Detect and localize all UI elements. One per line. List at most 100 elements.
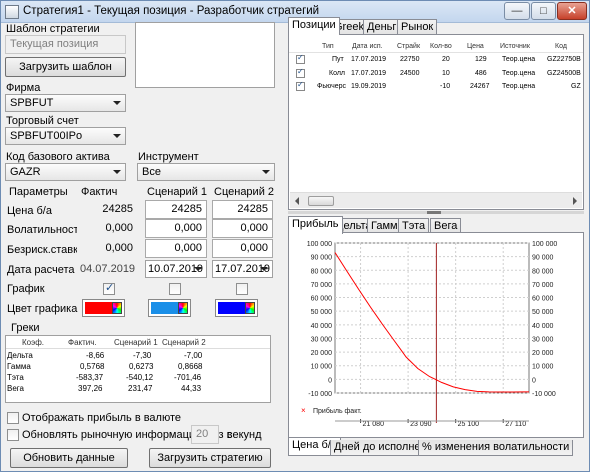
scroll-left-icon[interactable] [295, 197, 299, 205]
col-price: Цена [467, 43, 484, 50]
color-swatch [151, 302, 178, 314]
y-tick-label-right: 100 000 [532, 241, 557, 248]
tab-positions[interactable]: Позиции [288, 17, 340, 35]
refresh-interval-input[interactable]: 20 [191, 425, 219, 444]
auto-refresh-checkbox[interactable] [7, 429, 19, 441]
params-header: Параметры [9, 186, 68, 198]
y-tick-label-left: 70 000 [311, 282, 333, 289]
y-tick-label-right: 60 000 [532, 296, 554, 303]
position-qty: -10 [440, 83, 451, 90]
position-qty: 10 [442, 70, 450, 77]
profit-currency-checkbox[interactable] [7, 412, 19, 424]
volatility-label: Волатильность [7, 224, 85, 236]
palette-icon [178, 302, 188, 314]
color-fact-picker[interactable] [82, 299, 125, 317]
plot-area [334, 242, 530, 394]
chart-toggle-label: График [7, 283, 45, 295]
chevron-down-icon [262, 170, 270, 174]
refresh-data-button[interactable]: Обновить данные [10, 448, 128, 468]
position-price: 486 [475, 70, 487, 77]
volatility-scenario1-input[interactable]: 0,000 [145, 219, 207, 238]
price-label: Цена б/а [7, 205, 52, 217]
chevron-down-icon [113, 170, 121, 174]
y-tick-label-right: -10 000 [532, 391, 556, 398]
color-scenario2-picker[interactable] [215, 299, 258, 317]
base-asset-select[interactable]: GAZR [5, 163, 126, 181]
horizontal-scrollbar[interactable] [290, 192, 582, 208]
col-source: Источник [500, 43, 530, 50]
y-tick-label-right: 50 000 [532, 309, 554, 316]
greeks-divider [6, 348, 270, 349]
position-type: Пут [332, 56, 344, 63]
firm-label: Фирма [6, 82, 41, 94]
template-label: Шаблон стратегии [6, 23, 100, 35]
fact-header: Фактич [81, 186, 118, 198]
chevron-down-icon [113, 134, 121, 138]
palette-icon [112, 302, 122, 314]
splitter-grip[interactable] [427, 211, 441, 214]
y-tick-label-right: 10 000 [532, 364, 554, 371]
tab-volatility-change[interactable]: % изменения волатильности [418, 440, 574, 456]
tab-profit[interactable]: Прибыль [288, 216, 343, 234]
greeks-cell: 0,5768 [80, 362, 105, 371]
greeks-row-label: Вега [7, 384, 24, 393]
window-title: Стратегия1 - Текущая позиция - Разработч… [23, 5, 320, 17]
maximize-button[interactable]: □ [531, 2, 556, 20]
price-scenario1-input[interactable]: 24285 [145, 200, 207, 219]
chart-scenario1-checkbox[interactable] [169, 283, 181, 295]
rate-scenario2-input[interactable]: 0,000 [212, 239, 273, 258]
y-tick-label-left: 30 000 [311, 336, 333, 343]
chart-fact-checkbox[interactable] [103, 281, 115, 295]
firm-value: SPBFUT [10, 97, 54, 109]
col-type: Тип [322, 43, 334, 50]
greeks-header-fact: Фактич. [68, 338, 97, 347]
date-scenario2-picker[interactable]: 17.07.2019 [212, 260, 273, 278]
greeks-title: Греки [11, 322, 40, 334]
col-code: Код [555, 43, 567, 50]
account-value: SPBFUT00IPo [10, 130, 83, 142]
greeks-header-s2: Сценарий 2 [162, 338, 206, 347]
y-tick-label-right: 80 000 [532, 268, 554, 275]
position-source: Теор.цена [502, 56, 536, 63]
close-button[interactable]: ✕ [557, 2, 587, 20]
chevron-down-icon [113, 101, 121, 105]
x-tick-label: 27 110 [505, 421, 526, 428]
account-select[interactable]: SPBFUT00IPo [5, 127, 126, 145]
color-swatch [218, 302, 245, 314]
y-tick-label-left: 40 000 [311, 323, 333, 330]
volatility-scenario2-input[interactable]: 0,000 [212, 219, 273, 238]
y-tick-label-left: 90 000 [311, 255, 333, 262]
color-swatch [85, 302, 112, 314]
greeks-cell: 44,33 [181, 384, 202, 393]
position-checkbox[interactable] [296, 80, 305, 91]
rate-scenario1-input[interactable]: 0,000 [145, 239, 207, 258]
price-fact: 24285 [77, 200, 138, 219]
load-strategy-button[interactable]: Загрузить стратегию [149, 448, 271, 468]
col-date: Дата исп. [352, 43, 383, 50]
load-template-button[interactable]: Загрузить шаблон [5, 57, 126, 77]
y-tick-label-right: 30 000 [532, 336, 554, 343]
position-checkbox[interactable] [296, 67, 305, 78]
position-code: GZ22750B [547, 56, 581, 63]
position-checkbox[interactable] [296, 53, 305, 64]
position-code: GZ24500B [547, 70, 581, 77]
greeks-header-s1: Сценарий 1 [114, 338, 158, 347]
volatility-fact: 0,000 [77, 219, 138, 238]
scroll-right-icon[interactable] [573, 197, 577, 205]
account-label: Торговый счет [6, 115, 79, 127]
app-icon [5, 5, 19, 19]
chart-scenario2-checkbox[interactable] [236, 283, 248, 295]
price-scenario2-input[interactable]: 24285 [212, 200, 273, 219]
instrument-select[interactable]: Все [137, 163, 275, 181]
scroll-thumb[interactable] [308, 196, 334, 206]
rate-label: Безриск.ставка [7, 244, 85, 256]
greeks-cell: -540,12 [126, 373, 154, 382]
base-asset-value: GAZR [10, 166, 41, 178]
profit-chart: 100 000 100 000 90 000 90 000 80 000 80 000 70… [301, 241, 557, 428]
firm-select[interactable]: SPBFUT [5, 94, 126, 112]
tab-market[interactable]: Рынок [397, 19, 438, 35]
greeks-cell: -701,46 [174, 373, 202, 382]
date-scenario1-picker[interactable]: 10.07.2019 [145, 260, 207, 278]
minimize-button[interactable]: — [504, 2, 530, 20]
color-scenario1-picker[interactable] [148, 299, 191, 317]
